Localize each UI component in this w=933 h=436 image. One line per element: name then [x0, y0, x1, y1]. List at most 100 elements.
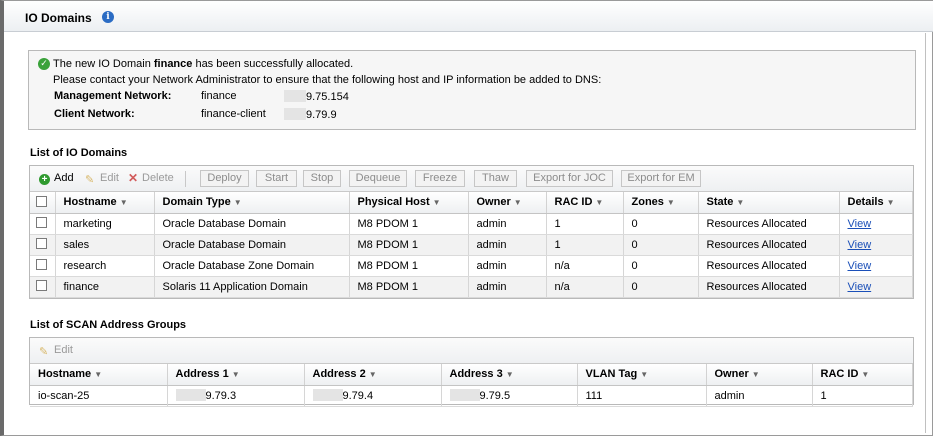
sort-icon: ▼ — [231, 370, 240, 380]
column-label: Address 1 — [175, 368, 229, 381]
column-zones[interactable]: Zones ▼ — [623, 192, 699, 214]
hostname-cell: finance — [55, 276, 155, 298]
edit-button[interactable]: ✎ Edit — [85, 172, 119, 186]
table-row[interactable]: research Oracle Database Zone Domain M8 … — [30, 255, 913, 277]
table-row[interactable]: sales Oracle Database Domain M8 PDOM 1 a… — [30, 234, 913, 256]
deploy-button[interactable]: Deploy — [200, 170, 249, 187]
column-label: RAC ID — [820, 368, 859, 381]
rac-id-cell: 1 — [812, 385, 913, 407]
address-text: 9.79.4 — [342, 390, 374, 402]
column-details[interactable]: Details ▼ — [839, 192, 913, 214]
sort-icon: ▼ — [94, 370, 103, 380]
message-suffix: has been successfully allocated. — [192, 58, 354, 70]
sort-icon: ▼ — [233, 198, 242, 208]
table-row[interactable]: marketing Oracle Database Domain M8 PDOM… — [30, 213, 913, 235]
table-row[interactable]: io-scan-25 9.79.3 9.79.4 9.79.5 111 admi… — [30, 385, 913, 407]
row-select-cell[interactable] — [30, 213, 56, 235]
sort-icon: ▼ — [886, 198, 895, 208]
column-rac-id[interactable]: RAC ID ▼ — [546, 192, 624, 214]
start-button[interactable]: Start — [256, 170, 297, 187]
delete-x-icon: ✕ — [128, 171, 139, 185]
column-label: Owner — [476, 196, 511, 209]
info-icon[interactable]: i — [102, 11, 114, 23]
table-header-row: Hostname ▼ Address 1 ▼ Address 2 ▼ Address … — [30, 364, 913, 386]
row-select-cell[interactable] — [30, 234, 56, 256]
stop-button[interactable]: Stop — [303, 170, 341, 187]
owner-cell: admin — [468, 255, 547, 277]
view-link[interactable]: View — [848, 260, 872, 272]
sort-icon: ▼ — [513, 198, 522, 208]
scan-groups-toolbar: ✎ Edit — [30, 338, 913, 364]
column-physical-host[interactable]: Physical Host ▼ — [349, 192, 469, 214]
row-checkbox[interactable] — [36, 238, 47, 249]
scan-edit-button[interactable]: ✎ Edit — [39, 344, 73, 358]
io-domains-toolbar: + Add ✎ Edit ✕ Delete Deploy Start Stop Deq… — [30, 166, 913, 192]
export-em-button[interactable]: Export for EM — [621, 170, 701, 187]
io-domains-window: IO Domains i ✓ The new IO Domain finance… — [0, 0, 933, 436]
owner-cell: admin — [468, 276, 547, 298]
thaw-button[interactable]: Thaw — [474, 170, 517, 187]
row-checkbox[interactable] — [36, 259, 47, 270]
redacted-mask — [312, 389, 343, 401]
io-domains-panel: + Add ✎ Edit ✕ Delete Deploy Start Stop Deq… — [29, 165, 914, 299]
hostname-cell: io-scan-25 — [30, 385, 168, 407]
delete-button[interactable]: ✕ Delete — [128, 172, 174, 184]
select-all-checkbox[interactable] — [36, 195, 47, 207]
sort-icon: ▼ — [368, 370, 377, 380]
column-address-2[interactable]: Address 2 ▼ — [304, 364, 442, 386]
sort-icon: ▼ — [666, 198, 675, 208]
sort-icon: ▼ — [119, 198, 128, 208]
row-select-cell[interactable] — [30, 276, 56, 298]
column-label: Details — [847, 196, 884, 209]
column-hostname[interactable]: Hostname ▼ — [55, 192, 155, 214]
column-owner[interactable]: Owner ▼ — [706, 364, 813, 386]
address-text: 9.79.5 — [479, 390, 511, 402]
dequeue-button[interactable]: Dequeue — [349, 170, 407, 187]
sort-icon: ▼ — [751, 370, 760, 380]
column-owner[interactable]: Owner ▼ — [468, 192, 547, 214]
column-state[interactable]: State ▼ — [698, 192, 840, 214]
redacted-mask — [175, 389, 206, 401]
column-label: Physical Host — [357, 196, 430, 209]
table-row[interactable]: finance Solaris 11 Application Domain M8… — [30, 276, 913, 298]
column-label: Address 3 — [449, 368, 503, 381]
success-message-box: ✓ The new IO Domain finance has been suc… — [28, 50, 916, 130]
sort-icon: ▼ — [736, 198, 745, 208]
column-vlan-tag[interactable]: VLAN Tag ▼ — [577, 364, 707, 386]
physical-host-cell: M8 PDOM 1 — [349, 213, 469, 235]
add-button[interactable]: + Add — [39, 172, 74, 185]
column-rac-id[interactable]: RAC ID ▼ — [812, 364, 913, 386]
row-select-cell[interactable] — [30, 255, 56, 277]
row-checkbox[interactable] — [36, 217, 47, 228]
column-domain-type[interactable]: Domain Type ▼ — [154, 192, 350, 214]
scan-groups-table: Hostname ▼ Address 1 ▼ Address 2 ▼ Address … — [30, 364, 913, 407]
add-label: Add — [54, 172, 74, 184]
view-link[interactable]: View — [848, 218, 872, 230]
details-cell: View — [839, 255, 913, 277]
column-address-1[interactable]: Address 1 ▼ — [167, 364, 305, 386]
redacted-mask — [284, 90, 306, 102]
view-link[interactable]: View — [848, 281, 872, 293]
divider — [925, 33, 926, 433]
export-joc-button[interactable]: Export for JOC — [526, 170, 613, 187]
state-cell: Resources Allocated — [698, 255, 840, 277]
zones-cell: 0 — [623, 234, 699, 256]
message-domain-name: finance — [153, 58, 193, 70]
column-address-3[interactable]: Address 3 ▼ — [441, 364, 578, 386]
column-hostname[interactable]: Hostname ▼ — [30, 364, 168, 386]
io-domains-table: Hostname ▼ Domain Type ▼ Physical Host ▼ Ow… — [30, 192, 913, 298]
rac-id-cell: 1 — [546, 213, 624, 235]
scan-groups-section-title: List of SCAN Address Groups — [30, 319, 187, 331]
rac-id-cell: n/a — [546, 255, 624, 277]
zones-cell: 0 — [623, 255, 699, 277]
domain-type-cell: Oracle Database Domain — [154, 234, 350, 256]
view-link[interactable]: View — [848, 239, 872, 251]
select-all-header[interactable] — [30, 192, 56, 214]
delete-label: Delete — [142, 172, 174, 184]
vlan-tag-cell: 111 — [577, 385, 707, 407]
column-label: VLAN Tag — [585, 368, 638, 381]
hostname-cell: research — [55, 255, 155, 277]
physical-host-cell: M8 PDOM 1 — [349, 234, 469, 256]
freeze-button[interactable]: Freeze — [415, 170, 465, 187]
row-checkbox[interactable] — [36, 280, 47, 291]
